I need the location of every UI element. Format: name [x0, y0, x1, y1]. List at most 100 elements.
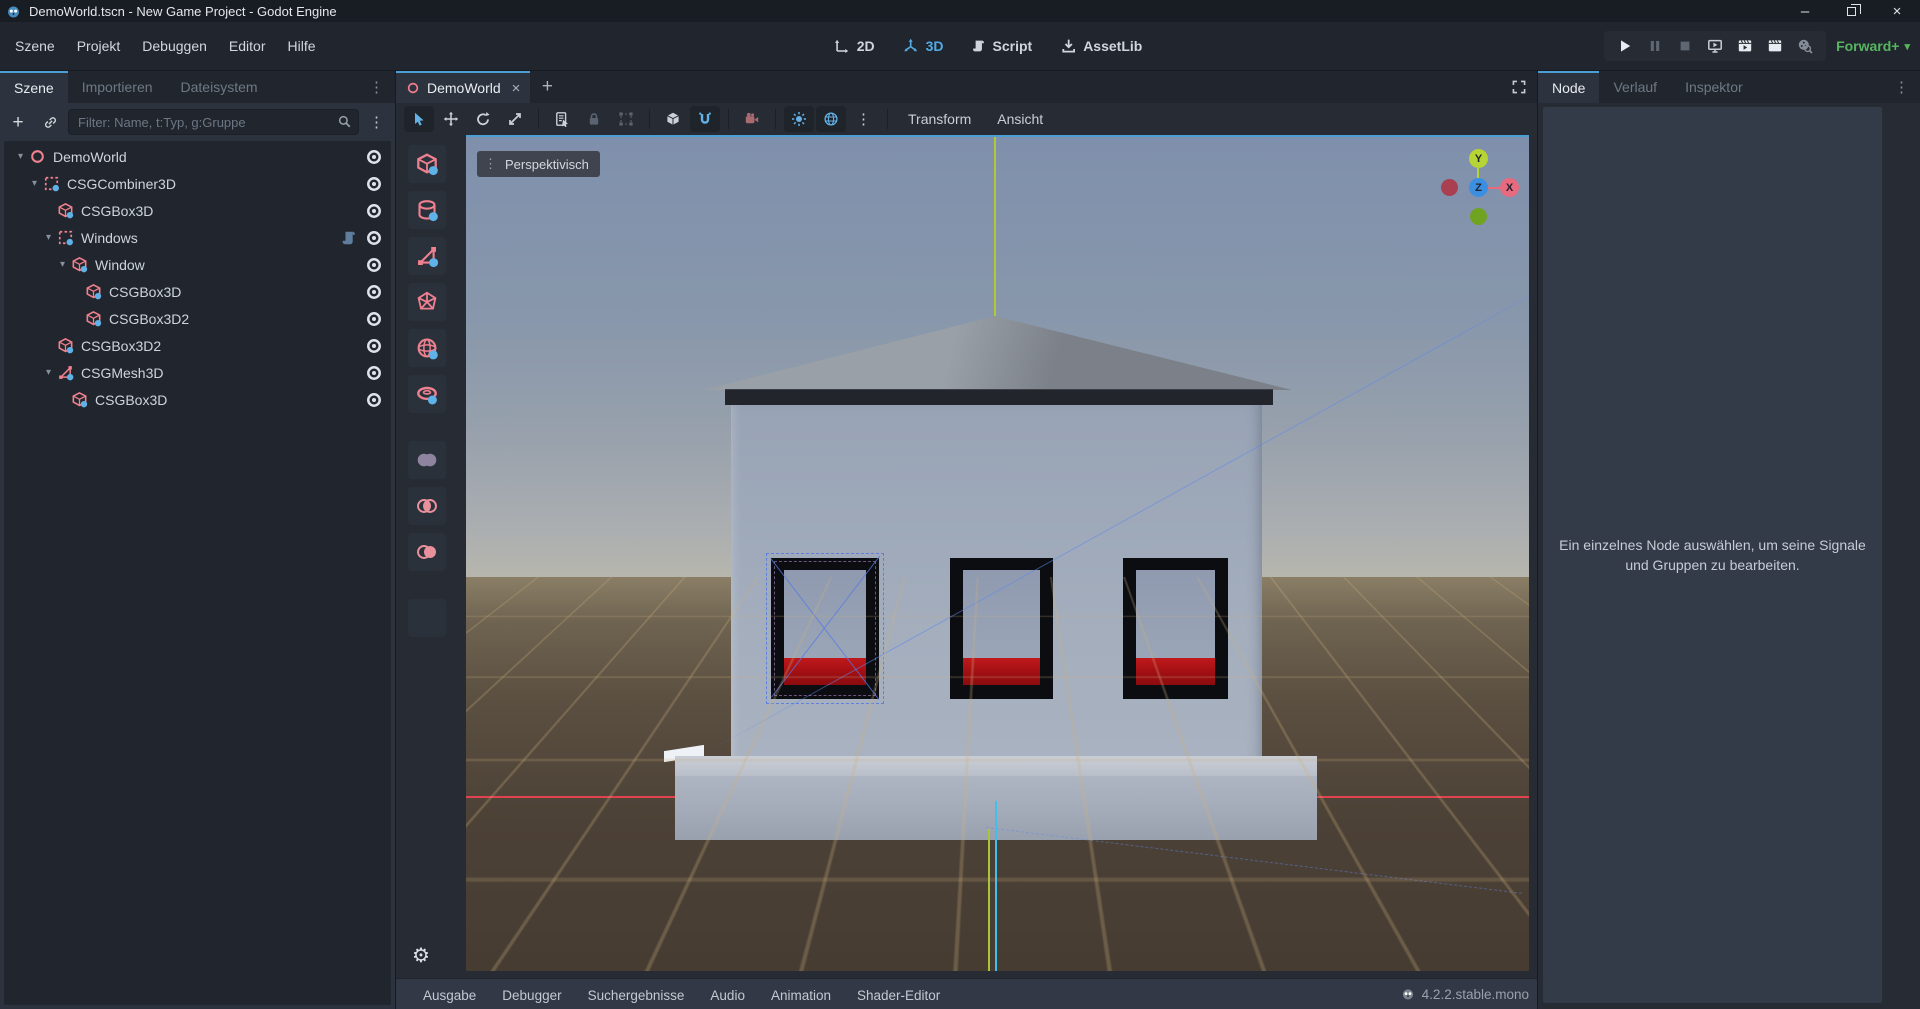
- scale-mode-button[interactable]: [500, 106, 530, 132]
- visibility-eye-icon[interactable]: [365, 391, 383, 409]
- csg-cylinder-tool-button[interactable]: [408, 191, 446, 229]
- axis-x-handle[interactable]: X: [1500, 178, 1519, 197]
- scene-filter-input[interactable]: [68, 109, 359, 135]
- csg-mesh-tool-button[interactable]: [408, 237, 446, 275]
- visibility-eye-icon[interactable]: [365, 229, 383, 247]
- tab-dateisystem[interactable]: Dateisystem: [167, 71, 272, 103]
- collapse-arrow-icon[interactable]: ▾: [40, 232, 57, 243]
- tree-row[interactable]: ▾ CSGCombiner3D: [4, 170, 391, 197]
- play-remote-button[interactable]: [1700, 33, 1730, 59]
- tab-verlauf[interactable]: Verlauf: [1599, 71, 1671, 103]
- stop-button[interactable]: [1670, 33, 1700, 59]
- perspective-menu-button[interactable]: ⋮ Perspektivisch: [477, 151, 600, 177]
- collapse-arrow-icon[interactable]: ▾: [12, 151, 29, 162]
- csg-subtraction-button[interactable]: [408, 533, 446, 571]
- axis-negy-handle[interactable]: [1470, 208, 1487, 225]
- viewport-settings-gear-icon[interactable]: ⚙: [412, 943, 430, 968]
- tree-row[interactable]: CSGBox3D: [4, 197, 391, 224]
- tab-inspektor[interactable]: Inspektor: [1671, 71, 1757, 103]
- select-mode-button[interactable]: [404, 106, 434, 132]
- preview-camera-button[interactable]: [737, 106, 767, 132]
- dock-options-icon[interactable]: ⋮: [1884, 71, 1920, 103]
- group-nodes-button[interactable]: [611, 106, 641, 132]
- tab-debugger[interactable]: Debugger: [489, 980, 574, 1009]
- minimize-button[interactable]: –: [1782, 0, 1828, 22]
- collapse-arrow-icon[interactable]: ▾: [26, 178, 43, 189]
- movie-maker-button[interactable]: [1790, 33, 1820, 59]
- collapse-arrow-icon[interactable]: ▾: [40, 367, 57, 378]
- lock-node-button[interactable]: [579, 106, 609, 132]
- csg-intersection-button[interactable]: [408, 487, 446, 525]
- csg-union-button[interactable]: [408, 441, 446, 479]
- tab-node[interactable]: Node: [1538, 71, 1599, 103]
- preview-sun-button[interactable]: [784, 106, 814, 132]
- tree-row[interactable]: CSGBox3D2: [4, 305, 391, 332]
- tab-suchergebnisse[interactable]: Suchergebnisse: [575, 980, 698, 1009]
- play-custom-scene-button[interactable]: [1760, 33, 1790, 59]
- rotate-mode-button[interactable]: [468, 106, 498, 132]
- renderer-dropdown[interactable]: Forward+▾: [1836, 38, 1910, 54]
- axis-negx-handle[interactable]: [1441, 179, 1458, 196]
- csg-torus-tool-button[interactable]: [408, 375, 446, 413]
- tab-ausgabe[interactable]: Ausgabe: [410, 980, 489, 1009]
- add-node-button[interactable]: +: [4, 109, 32, 135]
- view-axis-gizmo[interactable]: Y Z X: [1432, 145, 1522, 235]
- tree-row[interactable]: CSGBox3D: [4, 278, 391, 305]
- snap-toggle-button[interactable]: [690, 106, 720, 132]
- visibility-eye-icon[interactable]: [365, 364, 383, 382]
- preview-environment-button[interactable]: [816, 106, 846, 132]
- collapse-arrow-icon[interactable]: ▾: [54, 259, 71, 270]
- close-tab-icon[interactable]: ×: [512, 80, 521, 97]
- visibility-eye-icon[interactable]: [365, 337, 383, 355]
- close-button[interactable]: ×: [1874, 0, 1920, 22]
- local-space-button[interactable]: [658, 106, 688, 132]
- tab-shader-editor[interactable]: Shader-Editor: [844, 980, 953, 1009]
- restore-button[interactable]: [1828, 0, 1874, 22]
- menu-hilfe[interactable]: Hilfe: [276, 32, 326, 60]
- visibility-eye-icon[interactable]: [365, 202, 383, 220]
- move-mode-button[interactable]: [436, 106, 466, 132]
- tree-row[interactable]: CSGBox3D2: [4, 332, 391, 359]
- tree-row[interactable]: ▾ Window: [4, 251, 391, 278]
- tab-importieren[interactable]: Importieren: [68, 71, 167, 103]
- list-select-button[interactable]: [547, 106, 577, 132]
- pause-button[interactable]: [1640, 33, 1670, 59]
- tree-row[interactable]: ▾ CSGMesh3D: [4, 359, 391, 386]
- attached-script-icon[interactable]: [341, 230, 357, 246]
- visibility-eye-icon[interactable]: [365, 256, 383, 274]
- tab-animation[interactable]: Animation: [758, 980, 844, 1009]
- switch-3d-button[interactable]: 3D: [903, 38, 944, 54]
- switch-script-button[interactable]: Script: [972, 38, 1033, 54]
- switch-assetlib-button[interactable]: AssetLib: [1060, 38, 1142, 54]
- switch-2d-button[interactable]: 2D: [834, 38, 875, 54]
- csg-box-tool-button[interactable]: [408, 145, 446, 183]
- menu-projekt[interactable]: Projekt: [66, 32, 132, 60]
- visibility-eye-icon[interactable]: [365, 283, 383, 301]
- scene-tree-options-button[interactable]: ⋮: [363, 109, 391, 135]
- expand-viewport-button[interactable]: [1501, 71, 1537, 103]
- new-scene-tab-button[interactable]: +: [530, 71, 564, 103]
- ansicht-menu[interactable]: Ansicht: [985, 111, 1055, 127]
- csg-polygon-tool-button[interactable]: [408, 283, 446, 321]
- sun-env-options-icon[interactable]: ⋮: [848, 110, 879, 128]
- tree-row[interactable]: CSGBox3D: [4, 386, 391, 413]
- instance-scene-button[interactable]: [36, 109, 64, 135]
- tab-audio[interactable]: Audio: [697, 980, 758, 1009]
- csg-sphere-tool-button[interactable]: [408, 329, 446, 367]
- axis-y-handle[interactable]: Y: [1469, 149, 1488, 168]
- dock-options-icon[interactable]: ⋮: [359, 71, 395, 103]
- visibility-eye-icon[interactable]: [365, 148, 383, 166]
- tree-row[interactable]: ▾ Windows: [4, 224, 391, 251]
- visibility-eye-icon[interactable]: [365, 310, 383, 328]
- 3d-viewport[interactable]: ⋮ Perspektivisch Y Z X: [466, 135, 1529, 971]
- visibility-eye-icon[interactable]: [365, 175, 383, 193]
- transform-menu[interactable]: Transform: [896, 111, 983, 127]
- tab-szene[interactable]: Szene: [0, 71, 68, 103]
- scene-tab-demoworld[interactable]: DemoWorld ×: [396, 71, 530, 103]
- gizmo-visibility-button[interactable]: [408, 599, 446, 637]
- play-button[interactable]: [1610, 33, 1640, 59]
- play-scene-button[interactable]: [1730, 33, 1760, 59]
- menu-debuggen[interactable]: Debuggen: [131, 32, 218, 60]
- menu-szene[interactable]: Szene: [4, 32, 66, 60]
- menu-editor[interactable]: Editor: [218, 32, 277, 60]
